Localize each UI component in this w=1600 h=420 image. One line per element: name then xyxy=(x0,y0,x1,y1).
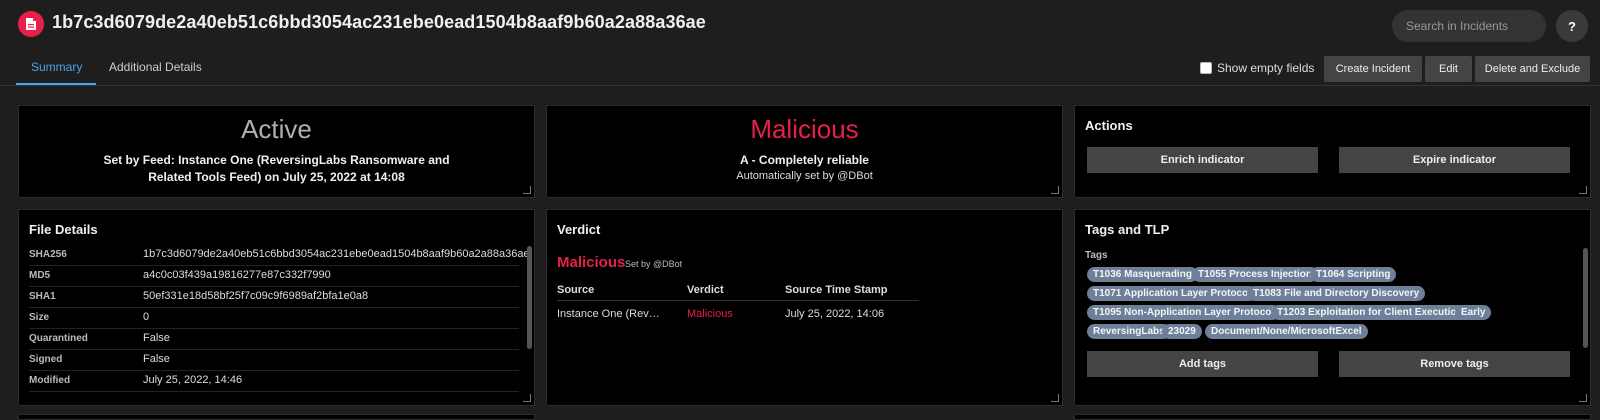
file-detail-value: False xyxy=(143,332,170,344)
verdict-row-timestamp: July 25, 2022, 14:06 xyxy=(785,308,885,320)
enrich-indicator-button[interactable]: Enrich indicator xyxy=(1087,147,1318,173)
next-panel-partial xyxy=(1074,414,1591,420)
file-detail-value: a4c0c03f439a19816277e87c332f7990 xyxy=(143,269,331,281)
resize-handle[interactable] xyxy=(1051,394,1059,402)
show-empty-fields-toggle[interactable]: Show empty fields xyxy=(1200,61,1314,75)
tag-chip[interactable]: Document/None/MicrosoftExcel xyxy=(1205,324,1368,339)
status-panel: Active Set by Feed: Instance One (Revers… xyxy=(18,105,535,198)
tags-label: Tags xyxy=(1085,250,1108,261)
search-input[interactable] xyxy=(1392,10,1546,42)
resize-handle[interactable] xyxy=(1051,186,1059,194)
tab-summary[interactable]: Summary xyxy=(31,60,82,74)
file-detail-row: MD5 a4c0c03f439a19816277e87c332f7990 xyxy=(29,266,519,287)
file-detail-value: 50ef331e18d58bf25f7c09c9f6989af2bfa1e0a8 xyxy=(143,290,369,302)
file-detail-label: Size xyxy=(29,312,50,323)
file-detail-label: SHA1 xyxy=(29,291,56,302)
active-tab-indicator xyxy=(16,83,96,85)
file-detail-value: 1b7c3d6079de2a40eb51c6bbd3054ac231ebe0ea… xyxy=(143,248,530,260)
resize-handle[interactable] xyxy=(523,186,531,194)
scrollbar[interactable] xyxy=(527,246,532,349)
actions-panel: Actions Enrich indicator Expire indicato… xyxy=(1074,105,1591,198)
file-detail-row: Modified July 25, 2022, 14:46 xyxy=(29,371,519,392)
tag-chip[interactable]: T1095 Non-Application Layer Protocol xyxy=(1087,305,1281,320)
tag-chip[interactable]: 23029 xyxy=(1162,324,1202,339)
file-detail-row: SHA1 50ef331e18d58bf25f7c09c9f6989af2bfa… xyxy=(29,287,519,308)
add-tags-button[interactable]: Add tags xyxy=(1087,351,1318,377)
indicator-file-icon xyxy=(18,11,44,37)
file-detail-row: Size 0 xyxy=(29,308,519,329)
verdict-row-source: Instance One (Rev… xyxy=(557,308,660,320)
top-bar: 1b7c3d6079de2a40eb51c6bbd3054ac231ebe0ea… xyxy=(0,0,1600,86)
file-detail-label: Quarantined xyxy=(29,333,88,344)
file-detail-value: 0 xyxy=(143,311,150,323)
tag-chip[interactable]: T1055 Process Injection xyxy=(1192,267,1318,282)
reputation-panel: Malicious A - Completely reliable Automa… xyxy=(546,105,1063,198)
file-detail-label: Signed xyxy=(29,354,63,365)
scrollbar[interactable] xyxy=(1583,248,1588,348)
tag-chip[interactable]: T1064 Scripting xyxy=(1310,267,1397,282)
resize-handle[interactable] xyxy=(1579,394,1587,402)
indicator-status: Active xyxy=(241,114,312,144)
verdict-row-verdict: Malicious xyxy=(687,308,733,320)
file-detail-label: MD5 xyxy=(29,270,51,281)
resize-handle[interactable] xyxy=(1579,186,1587,194)
create-incident-button[interactable]: Create Incident xyxy=(1324,56,1422,82)
next-panel-partial xyxy=(18,414,535,420)
show-empty-fields-label: Show empty fields xyxy=(1217,61,1315,75)
tag-chip[interactable]: T1083 File and Directory Discovery xyxy=(1247,286,1426,301)
column-header-source[interactable]: Source xyxy=(557,284,594,296)
file-detail-value: False xyxy=(143,353,170,365)
verdict-panel: Verdict Malicious Set by @DBot Source Ve… xyxy=(546,209,1063,406)
file-detail-label: SHA256 xyxy=(29,249,67,260)
tag-chip[interactable]: Early xyxy=(1455,305,1492,320)
resize-handle[interactable] xyxy=(523,394,531,402)
file-details-panel: File Details SHA256 1b7c3d6079de2a40eb51… xyxy=(18,209,535,406)
auto-set-label: Automatically set by @DBot xyxy=(736,170,873,182)
file-detail-label: Modified xyxy=(29,375,71,386)
delete-and-exclude-button[interactable]: Delete and Exclude xyxy=(1475,56,1590,82)
verdict-set-by: Set by @DBot xyxy=(625,259,683,269)
tab-additional-details[interactable]: Additional Details xyxy=(109,60,202,74)
column-header-timestamp[interactable]: Source Time Stamp xyxy=(785,284,888,296)
file-details-title: File Details xyxy=(29,222,98,237)
file-detail-value: July 25, 2022, 14:46 xyxy=(143,374,243,386)
tag-chip[interactable]: T1203 Exploitation for Client Execution xyxy=(1271,305,1469,320)
status-set-by-line2: Related Tools Feed) on July 25, 2022 at … xyxy=(148,170,405,184)
tags-tlp-panel: Tags and TLP Tags T1036 Masquerading T10… xyxy=(1074,209,1591,406)
tag-chip[interactable]: T1071 Application Layer Protocol xyxy=(1087,286,1258,301)
file-detail-row: Quarantined False xyxy=(29,329,519,350)
verdict-title: Verdict xyxy=(557,222,601,237)
actions-title: Actions xyxy=(1085,118,1133,133)
reliability-label: A - Completely reliable xyxy=(740,153,869,167)
file-detail-row: SHA256 1b7c3d6079de2a40eb51c6bbd3054ac23… xyxy=(29,245,530,266)
file-detail-row: Signed False xyxy=(29,350,519,371)
edit-button[interactable]: Edit xyxy=(1425,56,1472,82)
status-set-by-line1: Set by Feed: Instance One (ReversingLabs… xyxy=(103,153,450,167)
tags-tlp-title: Tags and TLP xyxy=(1085,222,1170,237)
table-divider xyxy=(557,300,919,301)
verdict-value: Malicious xyxy=(557,254,626,271)
remove-tags-button[interactable]: Remove tags xyxy=(1339,351,1570,377)
reputation-verdict: Malicious xyxy=(750,114,859,144)
tag-chip[interactable]: ReversingLabs xyxy=(1087,324,1171,339)
help-button[interactable]: ? xyxy=(1556,10,1588,42)
page-title: 1b7c3d6079de2a40eb51c6bbd3054ac231ebe0ea… xyxy=(52,12,706,32)
column-header-verdict[interactable]: Verdict xyxy=(687,284,724,296)
expire-indicator-button[interactable]: Expire indicator xyxy=(1339,147,1570,173)
show-empty-fields-checkbox[interactable] xyxy=(1200,62,1212,74)
tag-chip[interactable]: T1036 Masquerading xyxy=(1087,267,1198,282)
